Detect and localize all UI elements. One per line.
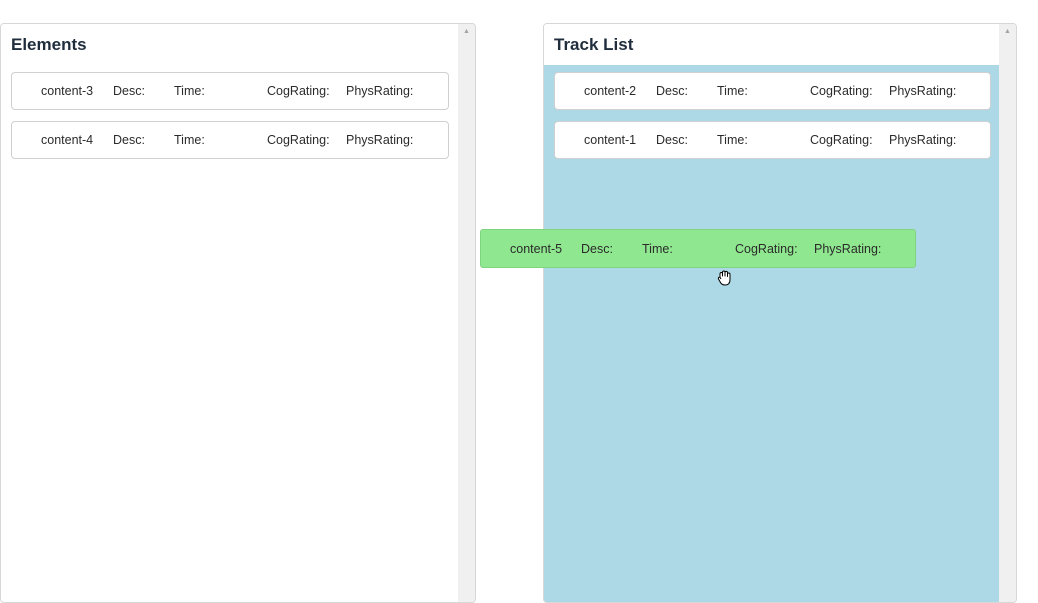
track-list-panel: Track List content-2 Desc: Time: CogRati… <box>543 23 1017 603</box>
item-time: Time: <box>717 84 748 98</box>
item-phys-rating: PhysRating: <box>346 84 414 98</box>
track-item-content-2[interactable]: content-2 Desc: Time: CogRating: PhysRat… <box>554 72 991 110</box>
item-desc: Desc: <box>656 133 688 147</box>
item-phys-rating: PhysRating: <box>346 133 414 147</box>
item-time: Time: <box>642 242 673 256</box>
track-list-title: Track List <box>544 24 1016 65</box>
elements-list: content-3 Desc: Time: CogRating: PhysRat… <box>1 65 458 602</box>
elements-panel: Elements content-3 Desc: Time: CogRating… <box>0 23 476 603</box>
item-name: content-1 <box>584 133 637 147</box>
item-desc: Desc: <box>113 133 145 147</box>
scroll-up-arrow-icon[interactable]: ▲ <box>458 28 475 36</box>
item-name: content-3 <box>41 84 94 98</box>
item-desc: Desc: <box>581 242 613 256</box>
track-item-content-1[interactable]: content-1 Desc: Time: CogRating: PhysRat… <box>554 121 991 159</box>
item-phys-rating: PhysRating: <box>889 84 957 98</box>
item-time: Time: <box>174 84 205 98</box>
grab-hand-icon <box>717 270 731 286</box>
item-cog-rating: CogRating: <box>810 133 873 147</box>
item-name: content-2 <box>584 84 637 98</box>
scroll-up-arrow-icon[interactable]: ▲ <box>999 28 1016 36</box>
element-item-content-3[interactable]: content-3 Desc: Time: CogRating: PhysRat… <box>11 72 449 110</box>
item-name: content-5 <box>510 242 563 256</box>
elements-scrollbar[interactable]: ▲ <box>458 24 475 602</box>
item-cog-rating: CogRating: <box>267 133 330 147</box>
dragged-item-content-5[interactable]: content-5 Desc: Time: CogRating: PhysRat… <box>480 229 916 268</box>
item-time: Time: <box>174 133 205 147</box>
elements-panel-title: Elements <box>1 24 475 65</box>
item-cog-rating: CogRating: <box>267 84 330 98</box>
element-item-content-4[interactable]: content-4 Desc: Time: CogRating: PhysRat… <box>11 121 449 159</box>
item-desc: Desc: <box>656 84 688 98</box>
item-desc: Desc: <box>113 84 145 98</box>
item-cog-rating: CogRating: <box>810 84 873 98</box>
item-name: content-4 <box>41 133 94 147</box>
item-cog-rating: CogRating: <box>735 242 798 256</box>
track-list-dropzone[interactable]: content-2 Desc: Time: CogRating: PhysRat… <box>544 65 999 602</box>
track-list-scrollbar[interactable]: ▲ <box>999 24 1016 602</box>
item-phys-rating: PhysRating: <box>814 242 882 256</box>
item-phys-rating: PhysRating: <box>889 133 957 147</box>
item-time: Time: <box>717 133 748 147</box>
